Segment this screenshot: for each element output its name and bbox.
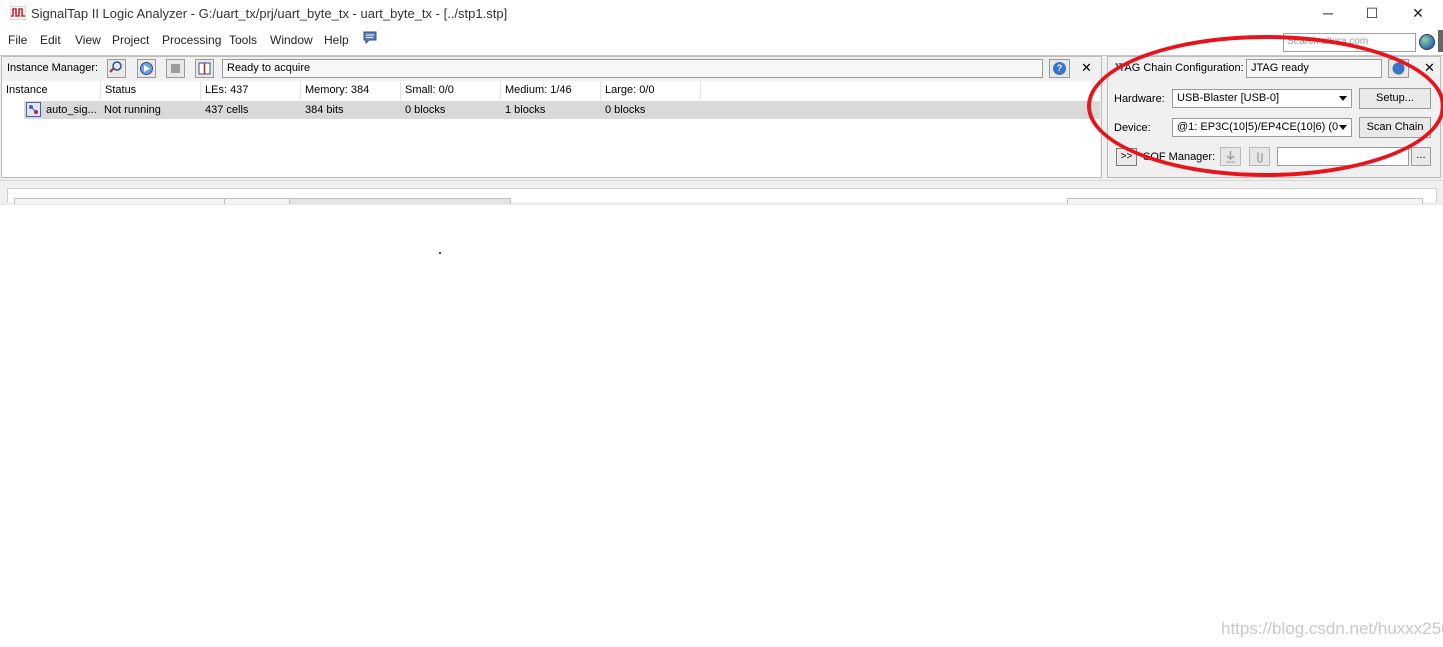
program-device-button[interactable]: [1220, 147, 1241, 166]
menu-processing[interactable]: Processing: [162, 33, 221, 47]
attach-sof-button[interactable]: [1249, 147, 1270, 166]
menu-window[interactable]: Window: [270, 33, 313, 47]
feedback-icon[interactable]: [362, 30, 378, 46]
cell-large: 0 blocks: [605, 104, 646, 116]
chevron-down-icon[interactable]: [1339, 96, 1347, 101]
cell-small: 0 blocks: [405, 104, 446, 116]
read-data-button[interactable]: [195, 59, 214, 78]
table-row[interactable]: [24, 101, 1100, 119]
jtag-label: JTAG Chain Configuration:: [1113, 62, 1244, 74]
scrollbar-edge: [1438, 30, 1443, 52]
menu-view[interactable]: View: [75, 33, 101, 47]
expand-button[interactable]: >>: [1116, 148, 1137, 166]
stop-icon: [171, 64, 180, 73]
device-select[interactable]: @1: EP3C(10|5)/EP4CE(10|6) (0: [1172, 118, 1352, 137]
cell-memory: 384 bits: [305, 104, 344, 116]
menu-bar: File Edit View Project Processing Tools …: [0, 30, 1443, 52]
instance-manager-close-button[interactable]: ✕: [1081, 60, 1092, 76]
sof-manager-label: SOF Manager:: [1143, 151, 1216, 163]
menu-file[interactable]: File: [8, 33, 27, 47]
jtag-status-field: JTAG ready: [1246, 59, 1382, 78]
menu-tools[interactable]: Tools: [229, 33, 257, 47]
chevron-down-icon[interactable]: [1339, 125, 1347, 130]
paperclip-icon: [1257, 152, 1263, 163]
magnify-run-icon: [109, 61, 122, 73]
divider: [0, 204, 1443, 205]
sof-file-input[interactable]: [1277, 147, 1409, 166]
column-divider[interactable]: [300, 81, 301, 100]
download-icon: [1226, 151, 1235, 163]
cell-instance: auto_sig...: [46, 104, 97, 116]
minimize-button[interactable]: ─: [1316, 4, 1340, 22]
globe-icon[interactable]: [1419, 34, 1435, 50]
stray-dot: [439, 252, 441, 254]
column-header-les[interactable]: LEs: 437: [205, 84, 248, 96]
menu-edit[interactable]: Edit: [40, 33, 61, 47]
cell-les: 437 cells: [205, 104, 249, 116]
window-title: SignalTap II Logic Analyzer - G:/uart_tx…: [31, 6, 508, 21]
instance-manager-label: Instance Manager:: [7, 62, 99, 74]
column-header-instance[interactable]: Instance: [6, 84, 48, 96]
column-divider[interactable]: [700, 81, 701, 100]
sof-browse-button[interactable]: ...: [1411, 147, 1431, 166]
help-icon: ?: [1053, 62, 1066, 75]
stop-analysis-button[interactable]: [166, 59, 185, 78]
column-header-medium[interactable]: Medium: 1/46: [505, 84, 572, 96]
watermark: https://blog.csdn.net/huxxx250: [1221, 619, 1443, 638]
run-analysis-button[interactable]: [137, 59, 156, 78]
instance-node-icon: [26, 102, 41, 117]
jtag-close-button[interactable]: ✕: [1424, 60, 1435, 76]
column-divider[interactable]: [600, 81, 601, 100]
help-icon: [1392, 62, 1405, 75]
cell-status: Not running: [104, 104, 161, 116]
close-window-button[interactable]: ✕: [1406, 4, 1430, 22]
column-header-status[interactable]: Status: [105, 84, 136, 96]
instance-status-field: Ready to acquire: [222, 59, 1043, 78]
setup-button[interactable]: Setup...: [1359, 88, 1431, 109]
column-header-memory[interactable]: Memory: 384: [305, 84, 369, 96]
maximize-button[interactable]: ☐: [1360, 4, 1384, 22]
search-input[interactable]: Search altera.com: [1283, 33, 1416, 52]
cell-medium: 1 blocks: [505, 104, 546, 116]
column-header-small[interactable]: Small: 0/0: [405, 84, 454, 96]
column-divider[interactable]: [500, 81, 501, 100]
scan-chain-button[interactable]: Scan Chain: [1359, 117, 1431, 138]
column-divider[interactable]: [400, 81, 401, 100]
column-divider[interactable]: [100, 81, 101, 100]
column-divider[interactable]: [200, 81, 201, 100]
autorun-analysis-button[interactable]: [107, 59, 126, 78]
column-header-large[interactable]: Large: 0/0: [605, 84, 655, 96]
run-icon: [140, 62, 153, 75]
hardware-select[interactable]: USB-Blaster [USB-0]: [1172, 89, 1352, 108]
signaltap-app-icon: [9, 5, 27, 21]
hardware-label: Hardware:: [1114, 93, 1165, 105]
book-icon: [198, 62, 211, 75]
jtag-help-button[interactable]: [1388, 59, 1409, 78]
menu-help[interactable]: Help: [324, 33, 349, 47]
menu-project[interactable]: Project: [112, 33, 149, 47]
device-label: Device:: [1114, 122, 1151, 134]
